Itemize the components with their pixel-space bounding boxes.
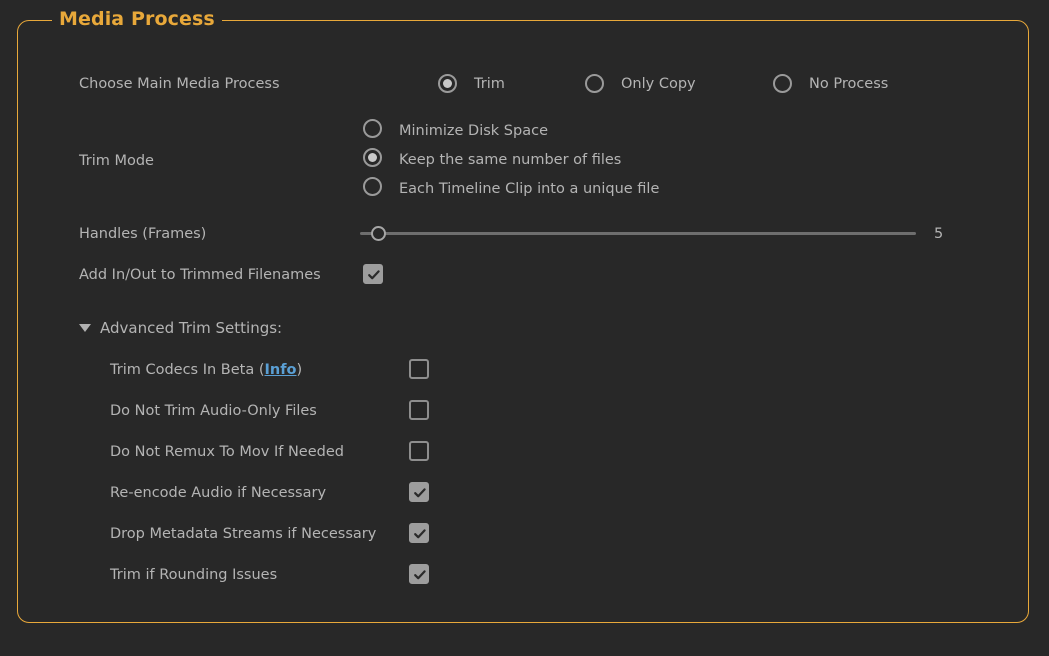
radio-minimize-disk-space[interactable] — [363, 119, 382, 138]
radio-only-copy[interactable] — [585, 74, 604, 93]
handles-frames-label: Handles (Frames) — [79, 226, 206, 242]
radio-each-timeline-clip-unique-file[interactable] — [363, 177, 382, 196]
handles-slider-handle[interactable] — [371, 226, 386, 241]
radio-trim-label[interactable]: Trim — [474, 76, 505, 92]
advanced-trim-settings-header[interactable]: Advanced Trim Settings: — [100, 319, 282, 337]
radio-no-process-label[interactable]: No Process — [809, 76, 888, 92]
info-link[interactable]: Info — [265, 362, 297, 378]
handles-slider-track[interactable] — [360, 232, 916, 235]
radio-minimize-disk-space-label[interactable]: Minimize Disk Space — [399, 123, 548, 139]
check-icon — [412, 485, 428, 501]
handles-slider-value: 5 — [934, 226, 943, 242]
group-title: Media Process — [52, 8, 222, 30]
checkbox-trim-if-rounding-issues[interactable] — [409, 564, 429, 584]
advanced-item-label-0: Trim Codecs In Beta (Info) — [110, 362, 302, 378]
advanced-item-label-2: Do Not Remux To Mov If Needed — [110, 444, 344, 460]
check-icon — [412, 567, 428, 583]
radio-keep-same-number-of-files[interactable] — [363, 148, 382, 167]
radio-only-copy-label[interactable]: Only Copy — [621, 76, 696, 92]
advanced-item-label-3: Re-encode Audio if Necessary — [110, 485, 326, 501]
check-icon — [366, 267, 382, 283]
advanced-item-label-4: Drop Metadata Streams if Necessary — [110, 526, 376, 542]
checkbox-reencode-audio[interactable] — [409, 482, 429, 502]
radio-keep-same-number-of-files-label[interactable]: Keep the same number of files — [399, 152, 621, 168]
choose-main-media-process-label: Choose Main Media Process — [79, 76, 280, 92]
advanced-item-suffix-0: ) — [297, 362, 303, 378]
add-inout-label: Add In/Out to Trimmed Filenames — [79, 267, 321, 283]
advanced-item-label-1: Do Not Trim Audio-Only Files — [110, 403, 317, 419]
checkbox-do-not-remux-to-mov[interactable] — [409, 441, 429, 461]
check-icon — [412, 526, 428, 542]
advanced-item-prefix-0: Trim Codecs In Beta ( — [110, 362, 265, 378]
chevron-down-icon[interactable] — [79, 324, 91, 332]
radio-no-process[interactable] — [773, 74, 792, 93]
trim-mode-label: Trim Mode — [79, 153, 154, 169]
advanced-item-label-5: Trim if Rounding Issues — [110, 567, 277, 583]
radio-trim[interactable] — [438, 74, 457, 93]
checkbox-add-inout[interactable] — [363, 264, 383, 284]
checkbox-trim-codecs-in-beta[interactable] — [409, 359, 429, 379]
media-process-panel: Media Process Choose Main Media Process … — [0, 0, 1049, 656]
checkbox-do-not-trim-audio-only-files[interactable] — [409, 400, 429, 420]
checkbox-drop-metadata-streams[interactable] — [409, 523, 429, 543]
radio-each-timeline-clip-unique-file-label[interactable]: Each Timeline Clip into a unique file — [399, 181, 659, 197]
